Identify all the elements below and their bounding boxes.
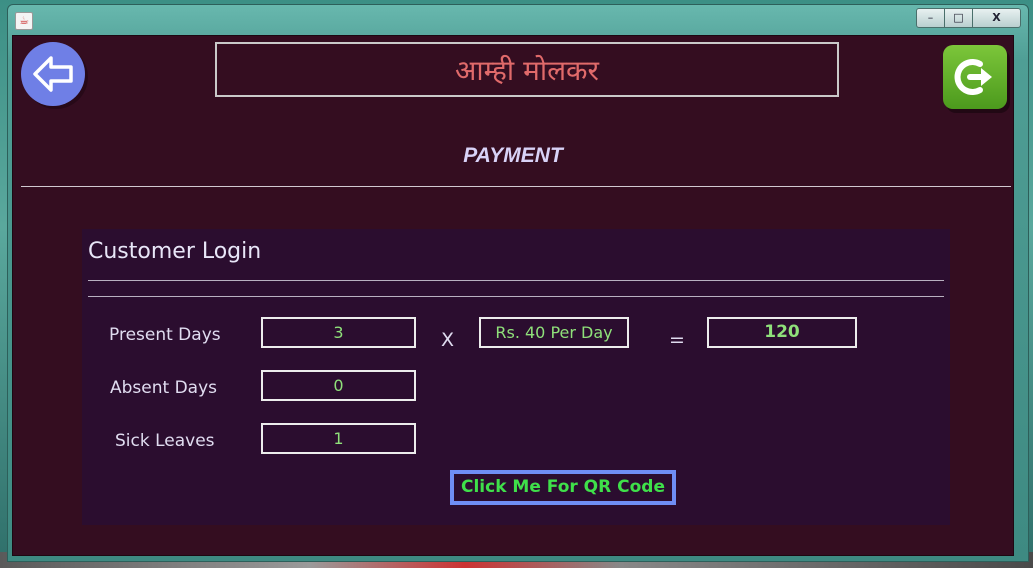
customer-login-panel: Customer Login Present Days 3 X Rs. 40 P… [82,229,950,525]
sick-leaves-label: Sick Leaves [115,431,215,451]
app-title-banner: आम्ही मोलकर [215,42,839,97]
payment-screen: आम्ही मोलकर PAYMENT Customer Login Prese… [12,35,1014,556]
java-icon: ☕ [15,12,33,30]
qr-code-button[interactable]: Click Me For QR Code [450,470,676,505]
page-title: PAYMENT [463,144,563,167]
divider [21,186,1011,187]
absent-days-field[interactable]: 0 [261,370,416,401]
exit-icon [954,59,992,95]
app-title-text: आम्ही मोलकर [454,53,600,87]
absent-days-label: Absent Days [110,378,218,398]
multiply-symbol: X [441,329,455,351]
back-arrow-icon [33,56,73,92]
close-button[interactable]: X [972,8,1021,28]
maximize-button[interactable]: □ [944,8,973,28]
present-days-label: Present Days [109,325,221,345]
divider [88,296,944,297]
back-button[interactable] [21,42,85,106]
present-days-field[interactable]: 3 [261,317,416,348]
panel-title: Customer Login [88,239,262,264]
divider [88,280,944,281]
equals-symbol: = [669,329,685,351]
minimize-button[interactable]: – [916,8,945,28]
total-amount-field[interactable]: 120 [707,317,857,348]
exit-button[interactable] [943,45,1007,109]
rate-field[interactable]: Rs. 40 Per Day [479,317,629,348]
app-window: ☕ – □ X आम्ही मोलकर PAYMENT Customer Log… [7,4,1029,562]
sick-leaves-field[interactable]: 1 [261,423,416,454]
